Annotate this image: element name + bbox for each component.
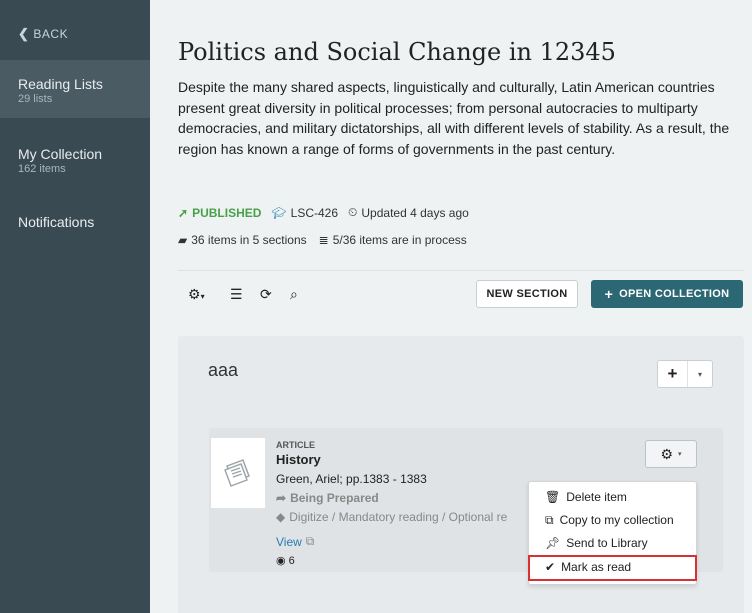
menu-item-send-to-library[interactable]: 📌︎ Send to Library bbox=[529, 532, 698, 554]
menu-item-delete[interactable]: 🗑︎ Delete item bbox=[529, 486, 698, 508]
graduation-cap-icon: 🎓︎ bbox=[271, 205, 287, 220]
page-title: Politics and Social Change in 12345 bbox=[178, 38, 616, 66]
sidebar-item-label: My Collection bbox=[18, 146, 103, 162]
refresh-icon[interactable]: ⟳ bbox=[260, 286, 272, 303]
view-link[interactable]: View ⧉ bbox=[276, 534, 314, 549]
menu-item-copy[interactable]: ⧉ Copy to my collection bbox=[529, 509, 698, 531]
process-count: ≣ 5/36 items are in process bbox=[319, 233, 467, 247]
sidebar-item-label: Notifications bbox=[18, 214, 95, 230]
clock-icon: ⏲︎ bbox=[348, 205, 358, 219]
divider bbox=[178, 270, 744, 271]
document-icon bbox=[224, 459, 250, 487]
menu-item-label: Copy to my collection bbox=[559, 513, 674, 527]
back-label: BACK bbox=[33, 27, 69, 41]
sidebar-item-label: Reading Lists bbox=[18, 76, 103, 92]
sidebar-item-count: 162 items bbox=[18, 163, 66, 175]
process-count-label: 5/36 items are in process bbox=[332, 233, 467, 247]
new-section-button[interactable]: NEW SECTION bbox=[476, 280, 578, 308]
item-actions-button[interactable]: ⚙ ▾ bbox=[645, 440, 697, 468]
open-collection-label: OPEN COLLECTION bbox=[619, 288, 730, 300]
status-label: PUBLISHED bbox=[192, 205, 262, 220]
sidebar-item-notifications[interactable]: Notifications bbox=[0, 200, 150, 240]
item-status: ➦ Being Prepared bbox=[276, 491, 379, 505]
highlight-box bbox=[528, 555, 697, 581]
sidebar-item-my-collection[interactable]: My Collection 162 items bbox=[0, 130, 150, 186]
course-code: 🎓︎ LSC-426 bbox=[271, 206, 338, 220]
sidebar-item-reading-lists[interactable]: Reading Lists 29 lists bbox=[0, 60, 150, 118]
caret-down-icon: ▾ bbox=[678, 451, 682, 458]
trash-icon: 🗑︎ bbox=[545, 490, 561, 504]
item-title[interactable]: History bbox=[276, 452, 321, 467]
copy-icon: ⧉ bbox=[545, 512, 554, 527]
status-badge: ➚ PUBLISHED bbox=[178, 206, 261, 220]
open-collection-button[interactable]: + OPEN COLLECTION bbox=[591, 280, 743, 308]
chevron-left-icon: ❮ bbox=[18, 26, 30, 41]
updated-info: ⏲︎ Updated 4 days ago bbox=[348, 205, 469, 220]
list-meta: ➚ PUBLISHED 🎓︎ LSC-426 ⏲︎ Updated 4 days… bbox=[178, 205, 469, 220]
share-icon: ➦ bbox=[276, 491, 287, 505]
tag-icon: ◆ bbox=[276, 510, 286, 524]
list-view-icon[interactable]: ☰ bbox=[230, 286, 243, 303]
external-link-icon: ⧉ bbox=[305, 534, 315, 548]
view-count: ◉ 6 bbox=[276, 554, 295, 568]
document-thumbnail bbox=[211, 438, 265, 508]
eye-icon: ◉ bbox=[276, 555, 286, 567]
search-icon[interactable]: ⌕ bbox=[290, 286, 298, 303]
tasks-icon: ≣ bbox=[318, 233, 329, 247]
add-item-button[interactable]: + bbox=[658, 361, 688, 387]
list-stats: ▰ 36 items in 5 sections ≣ 5/36 items ar… bbox=[178, 233, 467, 247]
course-code-label: LSC-426 bbox=[290, 205, 339, 220]
gear-icon: ⚙ bbox=[660, 445, 674, 462]
list-description: Despite the many shared aspects, linguis… bbox=[178, 79, 730, 157]
paper-plane-icon: ➚ bbox=[178, 205, 189, 220]
sidebar: ❮ BACK Reading Lists 29 lists My Collect… bbox=[0, 0, 150, 613]
items-count: ▰ 36 items in 5 sections bbox=[178, 233, 307, 247]
add-options-caret-icon[interactable]: ▾ bbox=[688, 361, 712, 387]
item-status-label: Being Prepared bbox=[290, 491, 379, 505]
add-item-split-button[interactable]: + ▾ bbox=[657, 360, 713, 388]
item-tags-label: Digitize / Mandatory reading / Optional … bbox=[289, 510, 508, 524]
items-count-label: 36 items in 5 sections bbox=[191, 233, 307, 247]
view-count-value: 6 bbox=[288, 554, 295, 567]
back-link[interactable]: ❮ BACK bbox=[18, 26, 68, 42]
item-citation: Green, Ariel; pp.1383 - 1383 bbox=[276, 472, 427, 486]
settings-menu-icon[interactable]: ⚙▾ bbox=[188, 286, 205, 303]
updated-label: Updated 4 days ago bbox=[361, 205, 469, 220]
pin-icon: 📌︎ bbox=[545, 536, 561, 550]
sidebar-item-count: 29 lists bbox=[18, 93, 53, 105]
plus-icon: + bbox=[604, 286, 614, 302]
menu-item-label: Send to Library bbox=[566, 536, 648, 550]
section-title: aaa bbox=[208, 360, 239, 380]
item-tags: ◆ Digitize / Mandatory reading / Optiona… bbox=[276, 510, 536, 524]
menu-item-label: Delete item bbox=[566, 490, 627, 504]
view-label: View bbox=[276, 534, 302, 549]
book-icon: ▰ bbox=[178, 233, 188, 247]
item-type: ARTICLE bbox=[276, 440, 315, 450]
